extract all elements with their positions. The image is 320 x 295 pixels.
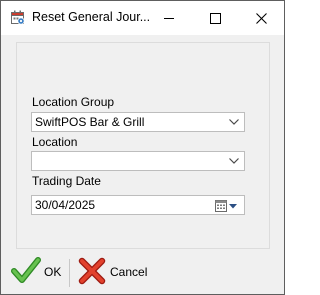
cancel-button[interactable]: Cancel <box>77 256 157 288</box>
location-group-dropdown[interactable]: SwiftPOS Bar & Grill <box>31 112 245 132</box>
calendar-settings-icon <box>11 10 25 25</box>
chevron-down-icon <box>229 158 239 164</box>
title-bar[interactable]: Reset General Jour... <box>1 1 284 35</box>
close-button[interactable] <box>238 1 284 35</box>
window-title: Reset General Jour... <box>32 10 151 24</box>
location-dropdown[interactable] <box>31 151 245 171</box>
cancel-label: Cancel <box>110 265 148 279</box>
location-group-label: Location Group <box>32 95 115 109</box>
dialog-window: Reset General Jour... Location Group Swi… <box>0 0 285 295</box>
ok-label: OK <box>44 265 62 279</box>
action-bar: OK Cancel <box>1 251 284 294</box>
trading-date-picker[interactable]: 30/04/2025 <box>31 195 245 215</box>
maximize-button[interactable] <box>192 1 238 35</box>
chevron-down-icon <box>229 119 239 125</box>
maximize-icon <box>210 13 221 24</box>
calendar-dropdown-icon <box>215 200 237 212</box>
button-separator <box>69 259 70 287</box>
minimize-icon <box>164 18 174 19</box>
location-label: Location <box>32 135 78 149</box>
close-icon <box>256 13 267 24</box>
trading-date-value: 30/04/2025 <box>35 198 96 212</box>
date-picker-dropdown-button[interactable] <box>215 199 239 217</box>
trading-date-label: Trading Date <box>32 174 101 188</box>
location-group-value: SwiftPOS Bar & Grill <box>35 115 145 129</box>
ok-button[interactable]: OK <box>11 256 66 288</box>
minimize-button[interactable] <box>146 1 192 35</box>
red-x-icon <box>78 257 106 285</box>
green-checkmark-icon <box>11 257 41 283</box>
